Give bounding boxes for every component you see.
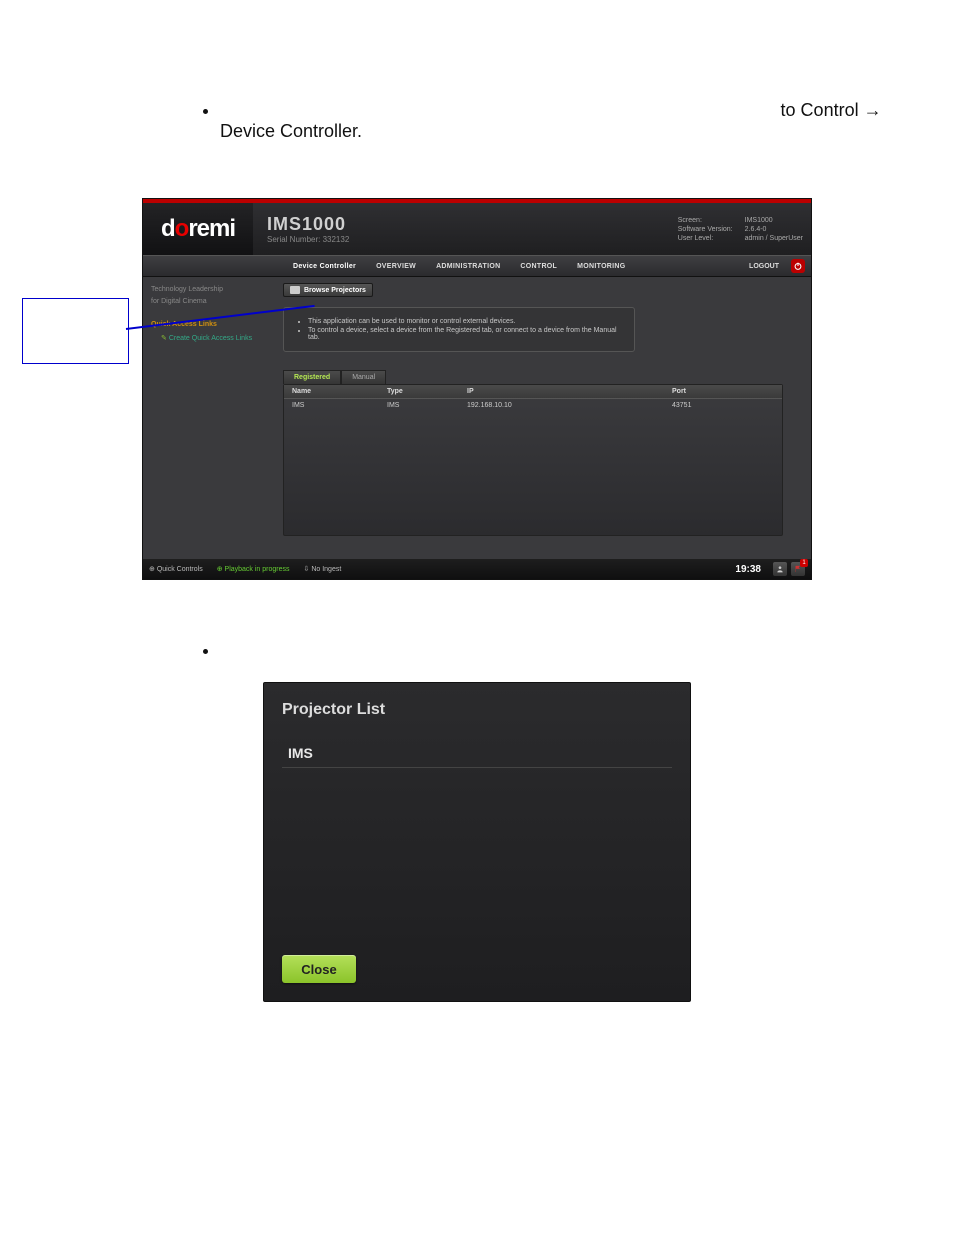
td-type: IMS xyxy=(387,402,467,409)
product-title: IMS1000 xyxy=(267,214,678,235)
device-controller-screenshot: doremi IMS1000 Serial Number: 332132 Scr… xyxy=(142,198,812,580)
browse-projectors-button[interactable]: Browse Projectors xyxy=(283,283,373,297)
nav-overview[interactable]: OVERVIEW xyxy=(366,263,426,270)
nav-administration[interactable]: ADMINISTRATION xyxy=(426,263,510,270)
logout-button[interactable]: LOGOUT xyxy=(737,263,791,270)
info-panel: This application can be used to monitor … xyxy=(283,307,635,352)
table-row[interactable]: IMS IMS 192.168.10.10 43751 xyxy=(284,399,782,412)
info-line-1: This application can be used to monitor … xyxy=(308,318,624,325)
hdr-screen-value: IMS1000 xyxy=(745,217,803,224)
nav-device-controller[interactable]: Device Controller xyxy=(283,263,366,270)
status-bar: ⊕ Quick Controls ⊕ Playback in progress … xyxy=(143,559,811,579)
power-button[interactable] xyxy=(791,259,805,273)
tagline-1: Technology Leadership xyxy=(151,285,275,295)
status-ingest[interactable]: ⇩ No Ingest xyxy=(304,565,342,573)
nav-monitoring[interactable]: MONITORING xyxy=(567,263,635,270)
devices-table: Name Type IP Port IMS IMS 192.168.10.10 … xyxy=(283,384,783,536)
th-type: Type xyxy=(387,388,467,395)
doc-bullet-3 xyxy=(220,640,904,662)
status-user-button[interactable] xyxy=(773,562,787,576)
hdr-sw-label: Software Version: xyxy=(678,226,733,233)
nav-control[interactable]: CONTROL xyxy=(510,263,567,270)
tab-manual[interactable]: Manual xyxy=(341,370,386,384)
hdr-user-label: User Level: xyxy=(678,235,733,242)
status-flag-button[interactable] xyxy=(791,562,805,576)
power-icon xyxy=(793,261,803,271)
app-header: doremi IMS1000 Serial Number: 332132 Scr… xyxy=(143,203,811,255)
flag-icon xyxy=(794,565,802,573)
doc-bullet-2 xyxy=(220,146,904,168)
td-port: 43751 xyxy=(672,402,774,409)
status-playback[interactable]: ⊕ Playback in progress xyxy=(217,565,290,573)
td-ip: 192.168.10.10 xyxy=(467,402,672,409)
hdr-sw-value: 2.6.4-0 xyxy=(745,226,803,233)
th-name: Name xyxy=(292,388,387,395)
info-line-2: To control a device, select a device fro… xyxy=(308,327,624,341)
tab-registered[interactable]: Registered xyxy=(283,370,341,384)
divider xyxy=(282,767,672,768)
brand-logo: doremi xyxy=(143,203,253,255)
main-nav: Device Controller OVERVIEW ADMINISTRATIO… xyxy=(143,255,811,277)
tagline-2: for Digital Cinema xyxy=(151,297,275,307)
dialog-title: Projector List xyxy=(282,701,672,719)
hdr-screen-label: Screen: xyxy=(678,217,733,224)
serial-number: Serial Number: 332132 xyxy=(267,235,678,244)
th-port: Port xyxy=(672,388,774,395)
status-clock: 19:38 xyxy=(735,564,761,575)
callout-box xyxy=(22,298,129,364)
th-ip: IP xyxy=(467,388,672,395)
user-icon xyxy=(776,565,784,573)
close-button[interactable]: Close xyxy=(282,955,356,983)
projector-list-dialog: Projector List IMS Close xyxy=(263,682,691,1002)
create-quick-access-link[interactable]: Create Quick Access Links xyxy=(161,334,275,342)
browse-projectors-label: Browse Projectors xyxy=(304,287,366,294)
doc-bullet-1: pad pad pad pad pad pad pad pad pad pad … xyxy=(220,100,904,142)
td-name: IMS xyxy=(292,402,387,409)
sidebar: Technology Leadership for Digital Cinema… xyxy=(143,277,283,561)
status-quick-controls[interactable]: ⊕ Quick Controls xyxy=(149,565,203,573)
hdr-user-value: admin / SuperUser xyxy=(745,235,803,242)
projector-icon xyxy=(290,286,300,294)
projector-list-item[interactable]: IMS xyxy=(288,745,672,761)
